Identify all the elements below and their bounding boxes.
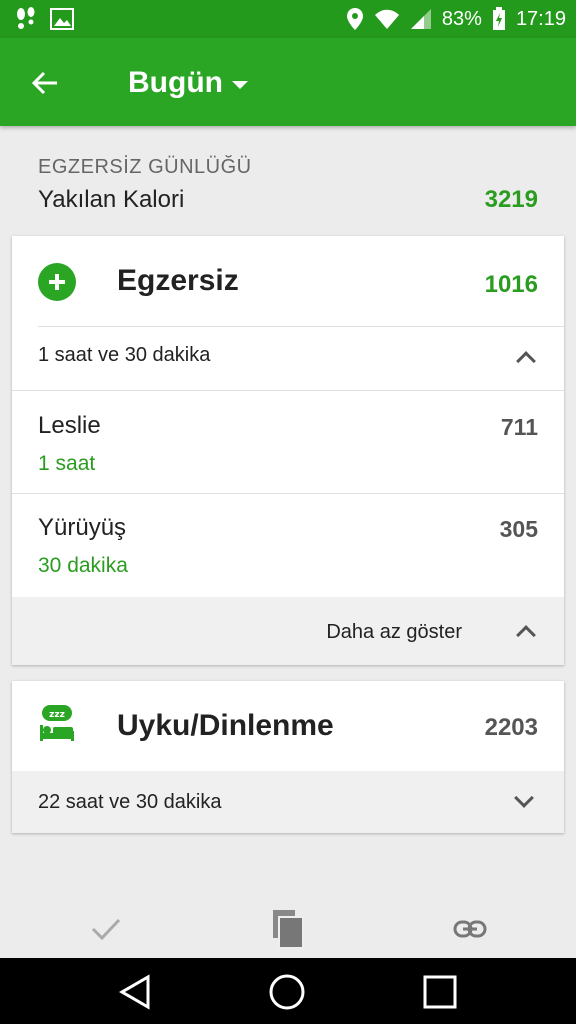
item-calories: 305 <box>499 516 538 542</box>
system-nav-bar <box>0 958 576 1024</box>
exercise-title: Egzersiz <box>117 264 239 297</box>
sleep-duration: 22 saat ve 30 dakika <box>38 791 222 813</box>
chevron-up-icon[interactable] <box>516 351 536 371</box>
check-button[interactable] <box>86 900 126 958</box>
add-icon[interactable] <box>38 263 76 301</box>
calories-label: Yakılan Kalori <box>38 186 185 213</box>
item-name: Yürüyüş <box>38 514 127 541</box>
calories-value: 3219 <box>484 186 538 213</box>
show-less-label: Daha az göster <box>326 621 462 643</box>
location-icon <box>346 8 363 30</box>
exercise-total: 1016 <box>484 271 538 298</box>
show-less-button[interactable]: Daha az göster <box>12 597 564 665</box>
exercise-duration[interactable]: 1 saat ve 30 dakika <box>38 344 210 367</box>
copy-button[interactable] <box>268 900 308 958</box>
wifi-icon <box>374 9 399 29</box>
divider <box>12 390 564 391</box>
status-bar: 83% 17:19 <box>0 0 576 38</box>
chevron-down-icon <box>514 788 534 808</box>
item-duration: 1 saat <box>38 452 96 475</box>
svg-text:zzz: zzz <box>49 710 65 720</box>
system-status: 83% 17:19 <box>346 0 566 38</box>
section-label: EGZERSİZ GÜNLÜĞÜ <box>38 156 252 178</box>
circle-home-icon <box>269 974 305 1010</box>
footprints-icon <box>17 7 35 29</box>
link-icon <box>453 920 487 938</box>
sleep-total: 2203 <box>484 714 538 741</box>
triangle-back-icon <box>118 974 150 1010</box>
image-icon <box>50 8 74 30</box>
item-duration: 30 dakika <box>38 554 128 577</box>
square-recents-icon <box>423 975 457 1009</box>
chevron-up-icon <box>516 625 536 645</box>
exercise-card: Egzersiz 1016 1 saat ve 30 dakika Leslie… <box>12 236 564 665</box>
dropdown-caret-icon[interactable] <box>232 81 248 89</box>
notification-icons <box>14 6 74 32</box>
battery-icon <box>492 7 505 30</box>
back-arrow-icon <box>31 71 57 95</box>
nav-recents-button[interactable] <box>420 972 460 1012</box>
signal-icon <box>410 9 431 29</box>
divider <box>12 493 564 494</box>
nav-home-button[interactable] <box>267 972 307 1012</box>
bottom-action-bar <box>0 900 576 958</box>
battery-percent: 83% <box>441 7 482 30</box>
sleep-title: Uyku/Dinlenme <box>117 709 334 742</box>
sleep-duration-row[interactable]: 22 saat ve 30 dakika <box>12 771 564 833</box>
sleep-icon: zzz <box>40 705 74 741</box>
back-button[interactable] <box>30 68 60 98</box>
item-calories: 711 <box>500 414 538 440</box>
clock: 17:19 <box>515 7 566 30</box>
divider <box>38 326 564 327</box>
check-icon <box>91 918 121 941</box>
copy-icon <box>273 910 304 949</box>
item-name: Leslie <box>38 412 101 439</box>
sleep-card: zzz Uyku/Dinlenme 2203 22 saat ve 30 dak… <box>12 681 564 833</box>
date-selector[interactable]: Bugün <box>128 66 223 100</box>
link-button[interactable] <box>450 900 490 958</box>
nav-back-button[interactable] <box>115 972 155 1012</box>
app-bar: Bugün <box>0 38 576 126</box>
